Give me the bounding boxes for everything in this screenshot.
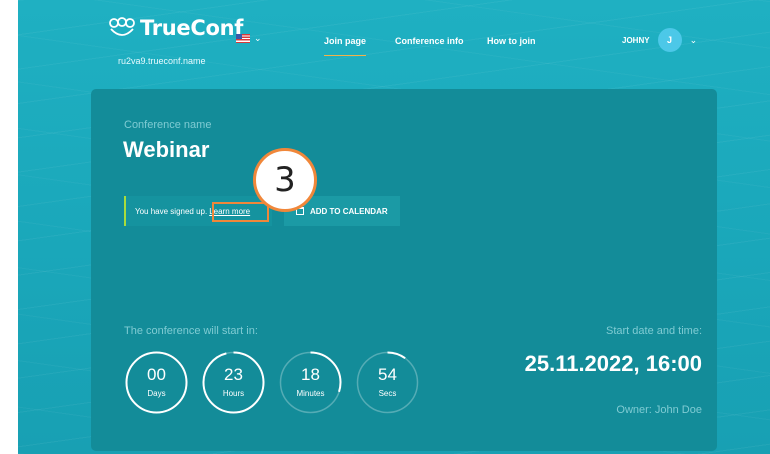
timer-label: Days	[147, 389, 166, 398]
conference-name-caption: Conference name	[124, 119, 212, 131]
start-date-value: 25.11.2022, 16:00	[524, 351, 702, 376]
nav-join-page[interactable]: Join page	[324, 36, 367, 56]
avatar: J	[657, 28, 682, 52]
signed-up-text: You have signed up.	[135, 206, 208, 216]
chevron-down-icon: ⌄	[254, 33, 262, 43]
owner-label: Owner: John Doe	[616, 404, 702, 416]
start-date-caption: Start date and time:	[606, 325, 702, 337]
trueconf-logo[interactable]: TrueConf	[108, 16, 243, 40]
chevron-down-icon: ⌄	[689, 34, 698, 45]
logo-text: TrueConf	[140, 16, 244, 40]
trueconf-logo-icon	[109, 17, 135, 36]
timer-seconds: 54 Secs	[355, 350, 420, 415]
countdown-timers: 00 Days 23 Hours 18 Minutes 54 Secs	[124, 350, 420, 415]
timer-value: 18	[301, 365, 320, 384]
timer-value: 54	[378, 365, 397, 384]
server-address: ru2va9.trueconf.name	[118, 56, 206, 66]
timer-label: Secs	[378, 389, 397, 398]
timer-value: 00	[147, 365, 166, 384]
timer-label: Hours	[222, 389, 245, 398]
timer-label: Minutes	[296, 389, 325, 398]
timer-hours: 23 Hours	[201, 350, 266, 415]
language-selector[interactable]: ⌄	[236, 34, 262, 43]
nav-how-to-join[interactable]: How to join	[487, 36, 536, 46]
user-menu[interactable]: JOHNY J ⌄	[622, 28, 697, 52]
add-to-calendar-label: ADD TO CALENDAR	[310, 206, 388, 216]
user-name: JOHNY	[622, 35, 650, 45]
timer-minutes: 18 Minutes	[278, 350, 343, 415]
countdown-caption: The conference will start in:	[124, 325, 258, 337]
conference-panel: Conference name Webinar You have signed …	[91, 89, 717, 451]
conference-name: Webinar	[123, 137, 210, 162]
timer-days: 00 Days	[124, 350, 189, 415]
nav-conference-info[interactable]: Conference info	[395, 36, 464, 46]
app-frame: TrueConf ru2va9.trueconf.name ⌄ Join pag…	[18, 0, 770, 454]
us-flag-icon	[236, 34, 250, 43]
highlight-box	[212, 202, 269, 222]
timer-value: 23	[224, 365, 243, 384]
step-marker: 3	[253, 148, 317, 212]
